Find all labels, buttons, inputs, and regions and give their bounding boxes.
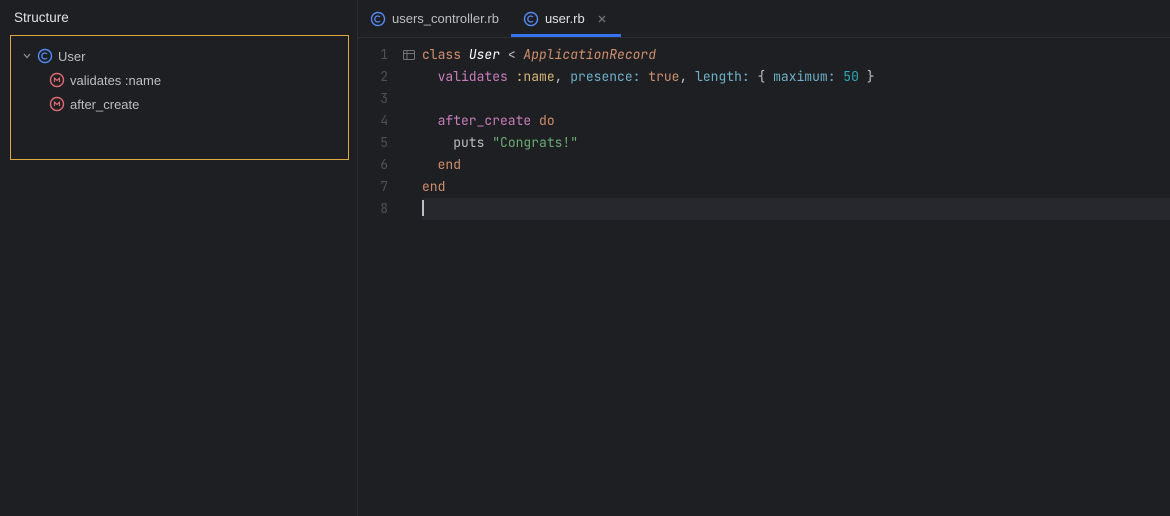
line-number: 8 [358,198,388,220]
token-num: 50 [843,68,859,85]
token-symbol: :name [516,68,555,85]
token-punct: , [555,68,571,85]
editor-gutter: 1 2 3 4 5 6 7 8 [358,38,420,516]
token-class: User [469,46,500,63]
token-indent [422,156,438,173]
editor-area: users_controller.rb user.rb 1 2 3 4 5 [358,0,1170,516]
token-bool: true [648,68,679,85]
token-punct: , [679,68,695,85]
token-method: after_create [438,112,539,129]
method-icon [49,96,65,112]
close-icon[interactable] [595,12,609,26]
tree-item-label: User [58,49,85,64]
tab-user[interactable]: user.rb [511,0,621,37]
line-number: 5 [358,132,388,154]
line-number: 3 [358,88,388,110]
line-number: 6 [358,154,388,176]
token-punct: < [500,46,523,63]
tree-item-class[interactable]: User [11,44,348,68]
line-number: 2 [358,66,388,88]
tab-label: users_controller.rb [392,11,499,26]
code-editor[interactable]: 1 2 3 4 5 6 7 8 class User < [358,38,1170,516]
method-icon [49,72,65,88]
tab-label: user.rb [545,11,585,26]
line-numbers: 1 2 3 4 5 6 7 8 [358,44,398,516]
editor-tabs: users_controller.rb user.rb [358,0,1170,38]
text-cursor [422,200,424,216]
token-keyword: class [422,46,469,63]
tree-item-label: after_create [70,97,139,112]
token-indent [422,112,438,129]
token-punct: } [859,68,875,85]
class-icon [370,11,386,27]
token-key: length: [695,68,757,85]
token-method: validates [438,68,516,85]
line-number: 1 [358,44,388,66]
line-number: 7 [358,176,388,198]
token-ident: puts [453,134,492,151]
token-const: ApplicationRecord [523,46,656,63]
tree-item-method[interactable]: after_create [11,92,348,116]
structure-panel: Structure User validates :name [0,0,358,516]
token-string: "Congrats!" [492,134,578,151]
token-keyword: end [438,156,461,173]
tree-item-label: validates :name [70,73,161,88]
token-keyword: do [539,112,555,129]
tab-users-controller[interactable]: users_controller.rb [358,0,511,37]
tree-item-method[interactable]: validates :name [11,68,348,92]
token-indent [422,68,438,85]
gutter-icons [398,44,420,516]
structure-panel-title: Structure [0,0,357,35]
structure-tree: User validates :name after_create [10,35,349,160]
class-icon [523,11,539,27]
gutter-related-icon[interactable] [398,44,420,66]
token-key: maximum: [773,68,843,85]
token-keyword: end [422,178,445,195]
class-icon [37,48,53,64]
line-number: 4 [358,110,388,132]
token-punct: { [757,68,773,85]
code-content[interactable]: class User < ApplicationRecord validates… [420,38,1170,516]
chevron-down-icon[interactable] [19,48,35,64]
token-indent [422,134,453,151]
token-key: presence: [570,68,648,85]
